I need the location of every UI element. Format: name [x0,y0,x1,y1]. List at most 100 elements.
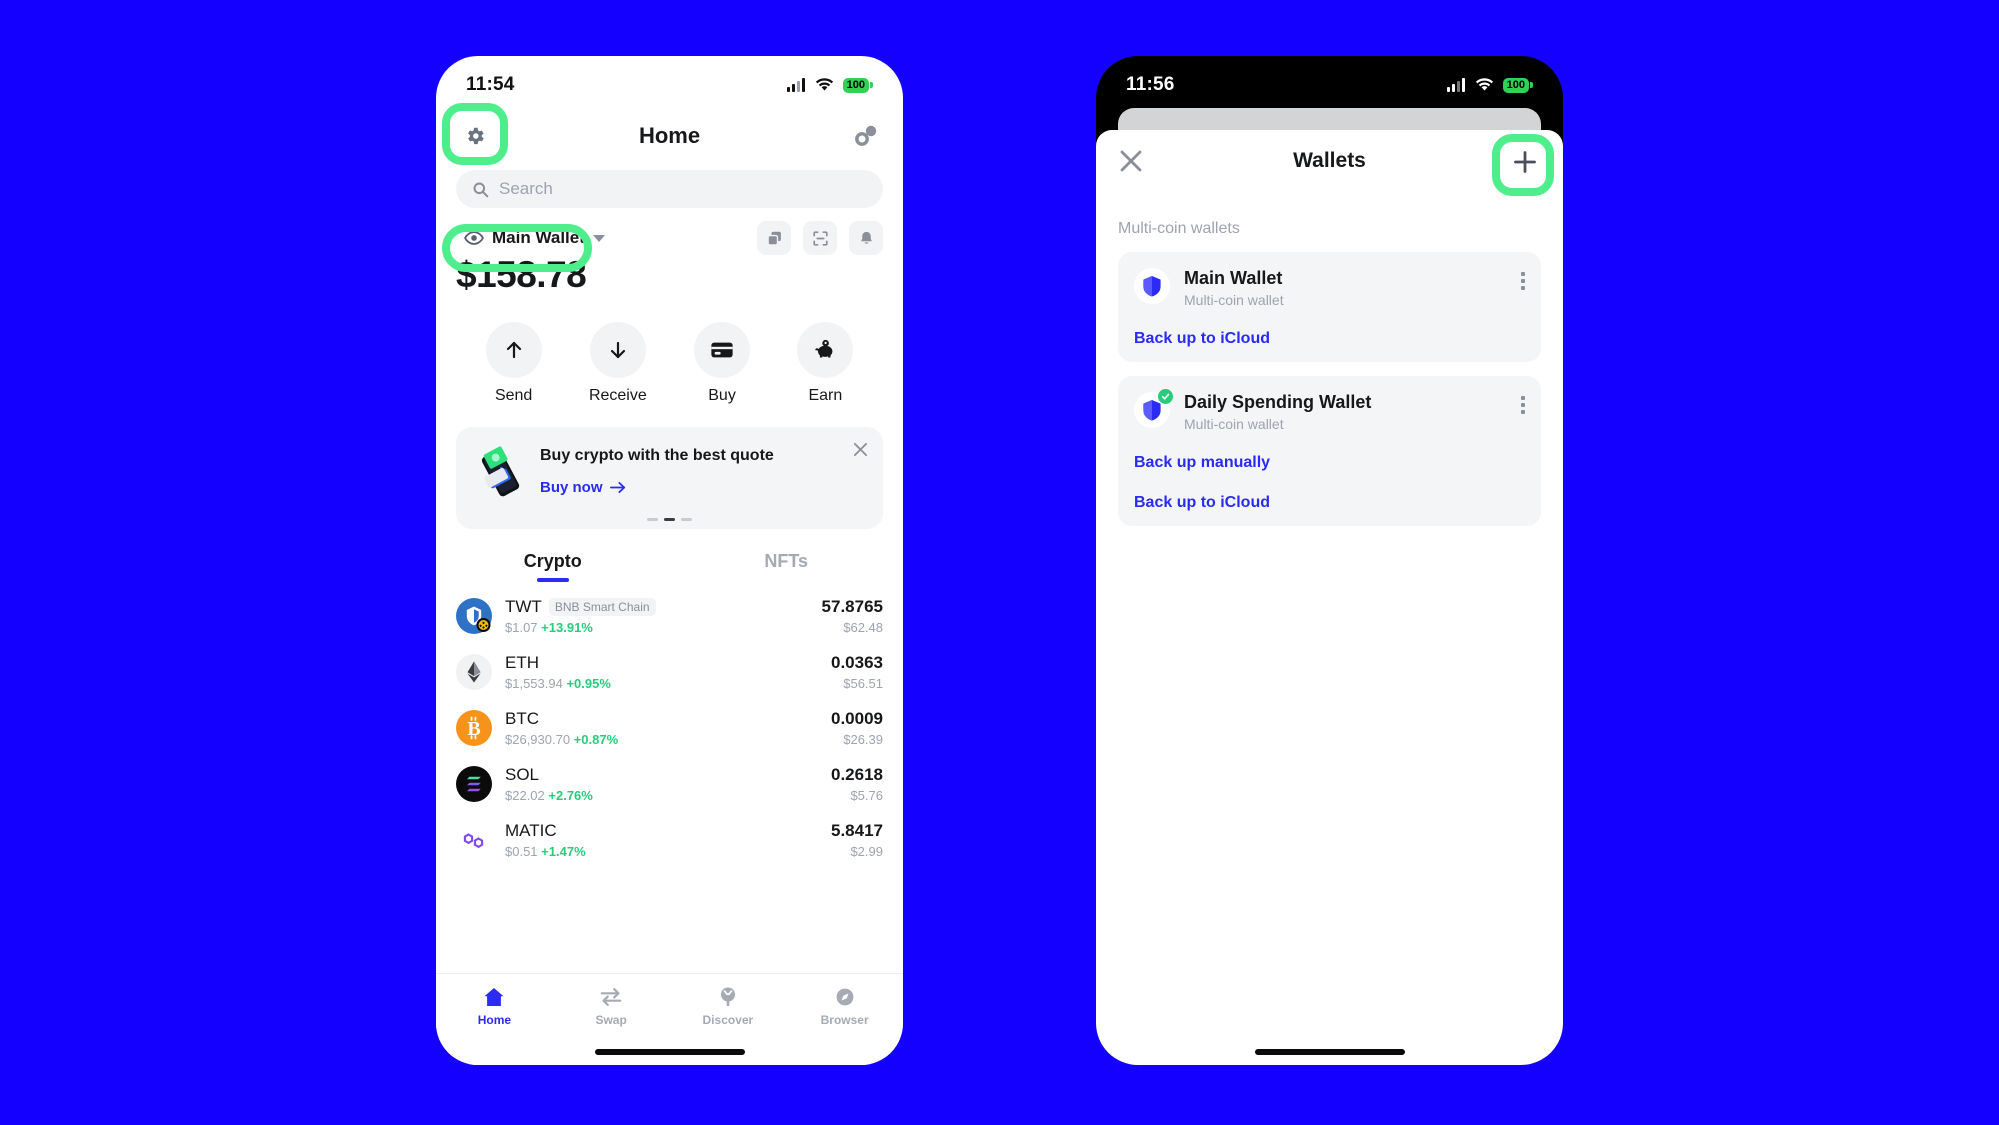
nav-item-discover-label: Discover [702,1013,754,1027]
tab-crypto[interactable]: Crypto [436,551,670,582]
nav-item-swap-label: Swap [595,1013,627,1027]
asset-change: +0.87% [573,732,619,747]
wallets-sheet: Wallets Multi-coin wallets Main Wallet M… [1096,130,1563,1065]
left-phone-screen: 11:54 100 Home Search Main Wallet $158.7… [436,56,903,1065]
close-button[interactable] [1118,148,1144,174]
home-icon [484,988,504,1006]
right-phone-screen: 11:56 100 Wallets Multi-coin wallets Mai… [1096,56,1563,1065]
asset-price: $26,930.70 [505,732,571,747]
svg-text:B: B [467,718,480,740]
asset-amount: 0.2618 [831,765,883,784]
gear-icon [468,127,484,145]
asset-change: +1.47% [541,844,586,859]
tab-nfts[interactable]: NFTs [670,551,904,582]
asset-value: $56.51 [843,676,883,691]
action-earn[interactable]: Earn [797,322,854,405]
asset-list: TWT BNB Smart Chain $1.07 +13.91% 57.876… [436,588,903,868]
asset-symbol: ETH [505,653,539,672]
nav-item-discover[interactable]: Discover [670,986,787,1027]
action-buy[interactable]: Buy [694,322,751,405]
promo-dot[interactable] [647,518,658,521]
eth-token-icon [456,654,492,690]
wifi-icon [1475,78,1493,91]
wallet-name: Daily Spending Wallet [1184,392,1372,412]
asset-amount: 0.0009 [831,709,883,728]
status-bar: 11:56 100 [1096,56,1563,108]
asset-symbol: SOL [505,765,540,784]
shield-icon [1143,276,1161,297]
tab-crypto-label: Crypto [523,551,582,571]
action-buy-label: Buy [708,387,736,404]
copy-address-button[interactable] [757,221,791,255]
asset-amount: 5.8417 [831,821,883,840]
add-wallet-button[interactable] [1503,140,1547,184]
walletconnect-link-icon [855,125,877,146]
walletconnect-button[interactable] [851,120,883,152]
wallet-card-daily-spending[interactable]: Daily Spending Wallet Multi-coin wallet … [1118,376,1541,526]
bottom-navigation: Home Swap Discover Browser [436,973,903,1065]
asset-row-matic[interactable]: MATIC $0.51 +1.47% 5.8417 $2.99 [436,812,903,868]
total-balance: $158.78 [456,254,587,295]
battery-percent: 100 [1502,77,1529,93]
asset-row-twt[interactable]: TWT BNB Smart Chain $1.07 +13.91% 57.876… [436,588,903,644]
action-receive[interactable]: Receive [589,322,647,405]
tab-active-underline [536,578,569,582]
wallet-selector-label: Main Wallet [492,228,585,247]
qr-scan-button[interactable] [803,221,837,255]
cellular-signal-icon [786,78,805,92]
nav-item-swap[interactable]: Swap [553,986,670,1027]
wallet-subtitle: Multi-coin wallet [1184,292,1284,308]
promo-dot[interactable] [681,518,692,521]
search-input[interactable]: Search [456,170,883,208]
qr-scan-icon [812,230,828,246]
promo-close-button[interactable] [852,441,869,458]
asset-price: $22.02 [505,788,545,803]
promo-cta[interactable]: Buy now [540,479,869,496]
screenshot-canvas: 11:54 100 Home Search Main Wallet $158.7… [0,0,1999,1125]
asset-row-sol[interactable]: SOL $22.02 +2.76% 0.2618 $5.76 [436,756,903,812]
backup-manually-link[interactable]: Back up manually [1134,454,1525,472]
nav-item-home[interactable]: Home [436,986,553,1027]
status-time: 11:56 [1126,74,1175,95]
action-receive-label: Receive [588,387,647,404]
asset-value: $62.48 [843,620,883,635]
asset-amount: 57.8765 [821,597,883,616]
compass-icon [836,988,854,1006]
battery-percent: 100 [842,77,869,93]
action-send[interactable]: Send [485,322,542,405]
asset-symbol: MATIC [505,821,557,840]
promo-cta-label: Buy now [540,479,603,496]
asset-change: +13.91% [541,620,593,635]
backup-to-icloud-link[interactable]: Back up to iCloud [1134,494,1525,512]
nav-item-browser[interactable]: Browser [786,986,903,1027]
promo-pagination [456,518,883,521]
home-indicator [594,1049,745,1055]
wallet-selector-row: Main Wallet [456,218,883,258]
asset-row-btc[interactable]: B BTC $26,930.70 +0.87% 0.0009 $26.39 [436,700,903,756]
wallet-card-main[interactable]: Main Wallet Multi-coin wallet Back up to… [1118,252,1541,362]
wallet-more-button[interactable] [1521,396,1525,414]
sol-token-icon [456,766,492,802]
asset-symbol: BTC [505,709,539,728]
promo-banner[interactable]: Buy crypto with the best quote Buy now [456,427,883,529]
asset-price: $0.51 [505,844,538,859]
asset-tabs: Crypto NFTs [436,551,903,582]
promo-title: Buy crypto with the best quote [540,447,774,464]
page-title: Wallets [1293,149,1366,172]
shield-icon [1143,400,1161,421]
action-earn-circle [797,322,854,378]
wallet-subtitle: Multi-coin wallet [1184,416,1284,432]
settings-button[interactable] [450,111,500,161]
notifications-button[interactable] [849,221,883,255]
wallet-more-button[interactable] [1521,272,1525,290]
arrow-up-icon [506,341,521,359]
asset-row-eth[interactable]: ETH $1,553.94 +0.95% 0.0363 $56.51 [436,644,903,700]
tab-nfts-label: NFTs [764,551,809,571]
piggy-bank-icon [815,339,833,358]
wallet-selector-button[interactable]: Main Wallet [456,224,613,252]
home-indicator [1254,1049,1405,1055]
arrow-down-icon [610,341,625,359]
backup-to-icloud-link[interactable]: Back up to iCloud [1134,330,1525,348]
action-buy-circle [694,322,751,378]
promo-dot-active[interactable] [664,518,675,521]
